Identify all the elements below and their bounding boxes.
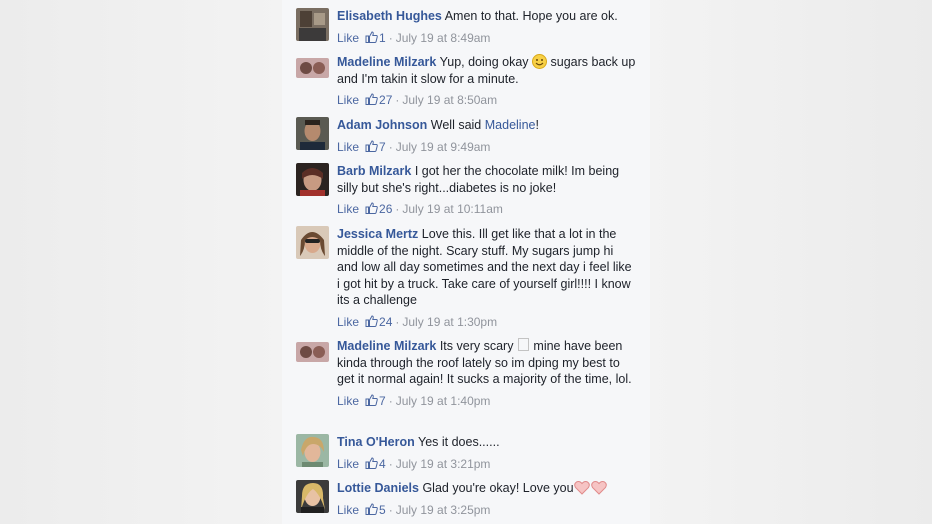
like-link[interactable]: Like	[337, 202, 359, 216]
commenter-name[interactable]: Madeline Milzark	[337, 55, 436, 69]
avatar[interactable]	[296, 480, 329, 513]
timestamp[interactable]: July 19 at 3:25pm	[396, 503, 491, 517]
comment-meta: Like 1 · July 19 at 8:49am	[337, 30, 637, 46]
thumbs-up-icon	[365, 456, 378, 469]
comment-meta: Like 7 · July 19 at 1:40pm	[337, 393, 637, 409]
timestamp[interactable]: July 19 at 3:21pm	[396, 457, 491, 471]
commenter-name[interactable]: Barb Milzark	[337, 164, 411, 178]
like-link[interactable]: Like	[337, 503, 359, 517]
missing-glyph-icon	[517, 338, 529, 351]
commenter-name[interactable]: Lottie Daniels	[337, 481, 419, 495]
avatar[interactable]	[296, 226, 329, 259]
like-link[interactable]: Like	[337, 457, 359, 471]
thumbs-up-icon	[365, 30, 378, 43]
comment-meta: Like 24 · July 19 at 1:30pm	[337, 314, 637, 330]
like-count[interactable]: 4	[379, 457, 386, 471]
like-count[interactable]: 26	[379, 202, 392, 216]
like-count[interactable]: 5	[379, 503, 386, 517]
avatar[interactable]	[296, 117, 329, 150]
comment-meta: Like 7 · July 19 at 9:49am	[337, 139, 637, 155]
blurred-background-right	[650, 0, 932, 524]
comment-meta: Like 27 · July 19 at 8:50am	[337, 92, 637, 108]
comment-text: Yes it does......	[418, 435, 500, 449]
avatar[interactable]	[296, 434, 329, 467]
thumbs-up-icon	[365, 93, 378, 105]
timestamp[interactable]: July 19 at 1:40pm	[396, 394, 491, 408]
comment-text: Well said	[430, 118, 485, 132]
avatar[interactable]	[296, 58, 329, 78]
like-count[interactable]: 7	[379, 394, 386, 408]
separator: ·	[388, 456, 393, 471]
separator: ·	[388, 30, 393, 45]
like-link[interactable]: Like	[337, 140, 359, 154]
like-count[interactable]: 1	[379, 31, 386, 45]
avatar[interactable]	[296, 342, 329, 362]
like-link[interactable]: Like	[337, 93, 359, 107]
mention-link[interactable]: Madeline	[485, 118, 536, 132]
comment-meta: Like 26 · July 19 at 10:11am	[337, 201, 637, 217]
comment-text: Yup, doing okay	[439, 55, 529, 69]
like-link[interactable]: Like	[337, 315, 359, 329]
commenter-name[interactable]: Jessica Mertz	[337, 227, 418, 241]
commenter-name[interactable]: Elisabeth Hughes	[337, 9, 442, 23]
comment-meta: Like 4 · July 19 at 3:21pm	[337, 456, 637, 472]
comments-panel: Elisabeth Hughes Amen to that. Hope you …	[282, 0, 650, 524]
like-count[interactable]: 27	[379, 93, 392, 107]
comment-text: Its very scary	[439, 339, 514, 353]
separator: ·	[388, 139, 393, 154]
timestamp[interactable]: July 19 at 8:49am	[396, 31, 491, 45]
blurred-background-left	[0, 0, 282, 524]
heart-emoji-icon	[573, 481, 607, 495]
timestamp[interactable]: July 19 at 8:50am	[402, 93, 497, 107]
thumbs-up-icon	[365, 314, 378, 327]
thumbs-up-icon	[365, 502, 378, 515]
comment-text: Amen to that. Hope you are ok.	[444, 9, 618, 23]
thumbs-up-icon	[365, 202, 378, 214]
timestamp[interactable]: July 19 at 9:49am	[396, 140, 491, 154]
commenter-name[interactable]: Madeline Milzark	[337, 339, 436, 353]
commenter-name[interactable]: Tina O'Heron	[337, 435, 415, 449]
timestamp[interactable]: July 19 at 1:30pm	[402, 315, 497, 329]
like-count[interactable]: 24	[379, 315, 392, 329]
avatar[interactable]	[296, 163, 329, 196]
thumbs-up-icon	[365, 393, 378, 406]
comment-meta: Like 5 · July 19 at 3:25pm	[337, 502, 637, 518]
commenter-name[interactable]: Adam Johnson	[337, 118, 427, 132]
timestamp[interactable]: July 19 at 10:11am	[402, 202, 503, 216]
separator: ·	[388, 502, 393, 517]
like-count[interactable]: 7	[379, 140, 386, 154]
smiley-emoji-icon	[532, 54, 548, 69]
thumbs-up-icon	[365, 139, 378, 152]
comment-text: Glad you're okay! Love you	[422, 481, 574, 495]
avatar[interactable]	[296, 8, 329, 41]
like-link[interactable]: Like	[337, 394, 359, 408]
separator: ·	[395, 314, 400, 329]
separator: ·	[395, 93, 400, 107]
comment-text-continued: !	[535, 118, 539, 132]
separator: ·	[388, 393, 393, 408]
like-link[interactable]: Like	[337, 31, 359, 45]
separator: ·	[395, 202, 400, 216]
